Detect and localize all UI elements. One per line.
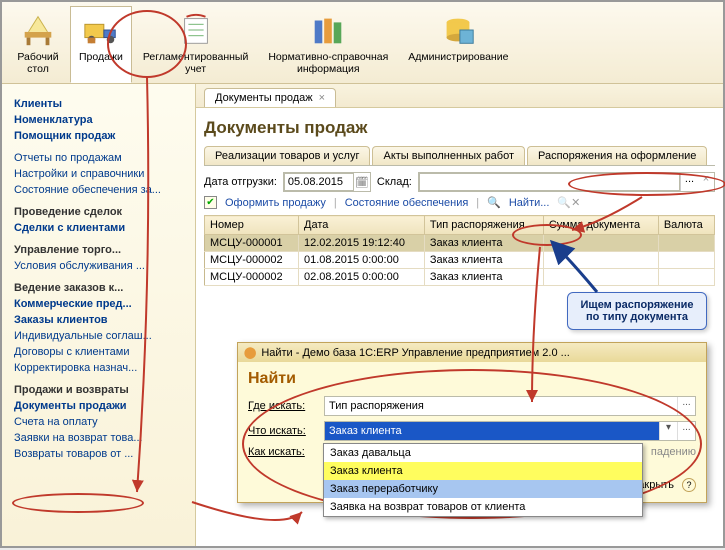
lookup-icon[interactable]: ...	[677, 397, 695, 415]
sidebar-item[interactable]: Договоры с клиентами	[10, 344, 195, 360]
what-field[interactable]	[325, 422, 659, 440]
date-label: Дата отгрузки:	[204, 176, 277, 188]
toolbar-label: Администрирование	[408, 51, 508, 63]
toolbar-accounting[interactable]: Регламентированныйучет	[134, 6, 257, 83]
sidebar-item[interactable]: Корректировка назнач...	[10, 360, 195, 376]
inner-tabs: Реализации товаров и услуг Акты выполнен…	[204, 146, 715, 166]
sidebar-item[interactable]: Отчеты по продажам	[10, 150, 195, 166]
itab-orders[interactable]: Распоряжения на оформление	[527, 146, 707, 165]
toolbar-label: Рабочийстол	[17, 51, 58, 75]
table-row[interactable]: МСЦУ-00000112.02.2015 19:12:40Заказ клие…	[205, 235, 715, 252]
table-row[interactable]: МСЦУ-00000202.08.2015 0:00:00Заказ клиен…	[205, 269, 715, 286]
app-icon: ⬤	[244, 346, 256, 359]
action-find[interactable]: Найти...	[509, 197, 550, 209]
sidebar-item[interactable]: Заявки на возврат това...	[10, 430, 195, 446]
magnifier-icon: 🔍	[487, 196, 501, 209]
toolbar-label: Регламентированныйучет	[143, 51, 248, 75]
sidebar-item[interactable]: Счета на оплату	[10, 414, 195, 430]
col-currency[interactable]: Валюта	[658, 216, 714, 235]
what-dropdown[interactable]: Заказ давальца Заказ клиента Заказ перер…	[323, 443, 643, 517]
date-input[interactable]: 🗓	[283, 172, 371, 192]
table-row[interactable]: МСЦУ-00000201.08.2015 0:00:00Заказ клиен…	[205, 252, 715, 269]
truck-icon	[82, 11, 120, 49]
dialog-heading: Найти	[248, 370, 696, 388]
toolbar-label: Нормативно-справочнаяинформация	[268, 51, 388, 75]
toolbar-label: Продажи	[79, 51, 123, 63]
sidebar-item[interactable]: Заказы клиентов	[10, 312, 195, 328]
checkbox-order[interactable]: ✔	[204, 196, 217, 209]
sidebar-item[interactable]: Условия обслуживания ...	[10, 258, 195, 274]
toolbar-desktop[interactable]: Рабочийстол	[8, 6, 68, 83]
dialog-title: Найти - Демо база 1C:ERP Управление пред…	[261, 347, 570, 359]
admin-icon	[439, 11, 477, 49]
sidebar-item[interactable]: Помощник продаж	[10, 128, 195, 144]
calendar-icon[interactable]: 🗓	[354, 176, 370, 189]
sidebar-item-documents[interactable]: Документы продажи	[10, 398, 195, 414]
sidebar-item[interactable]: Возвраты товаров от ...	[10, 446, 195, 462]
tab-label: Документы продаж	[215, 92, 313, 104]
where-combo[interactable]: ...	[324, 396, 696, 416]
warehouse-field[interactable]	[419, 173, 680, 191]
actions-row: ✔ Оформить продажу | Состояние обеспечен…	[204, 196, 715, 209]
document-tabs: Документы продаж ×	[196, 84, 723, 108]
documents-grid[interactable]: Номер Дата Тип распоряжения Сумма докуме…	[204, 215, 715, 286]
toolbar-admin[interactable]: Администрирование	[399, 6, 517, 83]
what-label: Что искать:	[248, 425, 318, 437]
action-order[interactable]: Оформить продажу	[225, 197, 326, 209]
navigation-sidebar: КлиентыНоменклатураПомощник продаж Отчет…	[2, 84, 196, 546]
sidebar-item[interactable]: Клиенты	[10, 96, 195, 112]
action-state[interactable]: Состояние обеспечения	[345, 197, 469, 209]
warehouse-label: Склад:	[377, 176, 412, 188]
sidebar-item[interactable]: Номенклатура	[10, 112, 195, 128]
dropdown-option[interactable]: Заказ клиента	[324, 462, 642, 480]
annotation-callout: Ищем распоряжение по типу документа	[567, 292, 707, 330]
itab-acts[interactable]: Акты выполненных работ	[372, 146, 525, 165]
tab-documents[interactable]: Документы продаж ×	[204, 88, 336, 107]
main-toolbar: Рабочийстол Продажи Регламентированныйуч…	[2, 2, 723, 84]
books-icon	[309, 11, 347, 49]
toolbar-sales[interactable]: Продажи	[70, 6, 132, 83]
col-date[interactable]: Дата	[299, 216, 425, 235]
date-field[interactable]	[284, 173, 354, 191]
lookup-icon[interactable]: ...	[680, 173, 698, 191]
where-label: Где искать:	[248, 400, 318, 412]
dialog-titlebar[interactable]: ⬤ Найти - Демо база 1C:ERP Управление пр…	[238, 343, 706, 362]
warehouse-input[interactable]: ... ×	[418, 172, 715, 192]
dropdown-option[interactable]: Заказ переработчику	[324, 480, 642, 498]
sidebar-item[interactable]: Сделки с клиентами	[10, 220, 195, 236]
sidebar-item[interactable]: Коммерческие пред...	[10, 296, 195, 312]
how-label: Как искать:	[248, 446, 318, 458]
dropdown-option[interactable]: Заказ давальца	[324, 444, 642, 462]
col-number[interactable]: Номер	[205, 216, 299, 235]
help-icon[interactable]: ?	[682, 478, 696, 492]
page-title: Документы продаж	[204, 118, 715, 138]
close-icon[interactable]: ×	[319, 92, 325, 104]
where-field[interactable]	[325, 397, 677, 415]
sidebar-item[interactable]: Индивидуальные соглаш...	[10, 328, 195, 344]
sidebar-group[interactable]: Проведение сделок	[10, 204, 195, 220]
sidebar-group[interactable]: Ведение заказов к...	[10, 280, 195, 296]
clear-search-icon[interactable]: 🔍✕	[557, 196, 580, 209]
col-sum[interactable]: Сумма документа	[543, 216, 658, 235]
col-type[interactable]: Тип распоряжения	[424, 216, 543, 235]
dropdown-icon[interactable]: ▾	[659, 422, 677, 440]
how-tail: падению	[651, 446, 696, 458]
lookup-icon[interactable]: ...	[677, 422, 695, 440]
toolbar-reference[interactable]: Нормативно-справочнаяинформация	[259, 6, 397, 83]
sidebar-item[interactable]: Настройки и справочники	[10, 166, 195, 182]
what-combo[interactable]: ▾ ...	[324, 421, 696, 441]
desk-icon	[19, 11, 57, 49]
dropdown-option[interactable]: Заявка на возврат товаров от клиента	[324, 498, 642, 516]
sidebar-group[interactable]: Продажи и возвраты	[10, 382, 195, 398]
itab-realizations[interactable]: Реализации товаров и услуг	[204, 146, 370, 165]
sidebar-item[interactable]: Состояние обеспечения за...	[10, 182, 195, 198]
filter-row: Дата отгрузки: 🗓 Склад: ... ×	[204, 172, 715, 192]
sidebar-group[interactable]: Управление торго...	[10, 242, 195, 258]
ledger-icon	[177, 11, 215, 49]
clear-icon[interactable]: ×	[698, 173, 714, 191]
